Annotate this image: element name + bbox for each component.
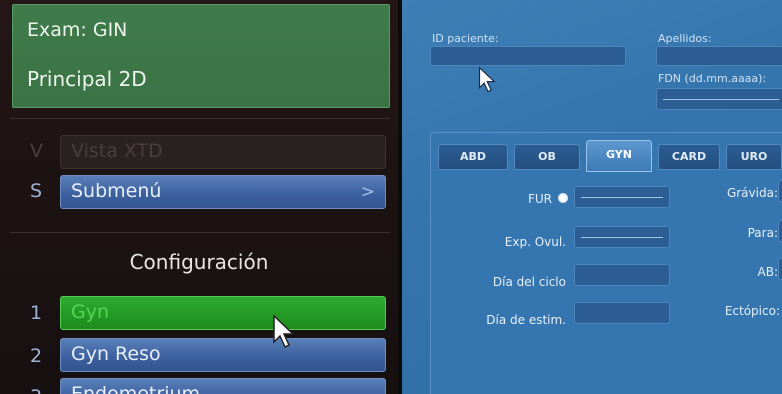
abortion-label: AB: xyxy=(757,265,778,279)
dob-label: FDN (dd.mm.aaaa): xyxy=(658,72,767,85)
patient-id-label: ID paciente: xyxy=(432,32,499,45)
ectopic-label: Ectópico: xyxy=(724,304,780,318)
para-input[interactable] xyxy=(778,220,782,242)
tab-card[interactable]: CARD xyxy=(658,144,720,170)
ovulation-label: Exp. Ovul. xyxy=(504,235,566,249)
patient-entry-panel: ID paciente: Apellidos: FDN (dd.mm.aaaa)… xyxy=(402,0,782,394)
exam-info-box: Exam: GIN Principal 2D xyxy=(12,4,390,108)
preset-gyn-label: Gyn xyxy=(71,301,110,323)
preset-gyn-reso-button[interactable]: Gyn Reso xyxy=(60,338,386,372)
mouse-pointer-icon xyxy=(478,66,496,93)
para-label: Para: xyxy=(747,226,778,240)
tab-ob[interactable]: OB xyxy=(514,144,580,170)
configuration-heading: Configuración xyxy=(129,250,269,274)
ovulation-input[interactable] xyxy=(574,226,670,248)
cycle-day-label: Día del ciclo xyxy=(492,275,566,289)
fur-label: FUR xyxy=(527,192,552,206)
vista-xtd-button: Vista XTD xyxy=(60,135,386,169)
submenu-button[interactable]: Submenú > xyxy=(60,175,386,209)
cycle-day-input[interactable] xyxy=(574,264,670,286)
surname-input[interactable] xyxy=(656,46,782,66)
preset-endometrium-label: Endometrium xyxy=(71,383,201,394)
row-key-s: S xyxy=(30,180,43,202)
date-mask xyxy=(581,197,663,198)
fur-radio[interactable] xyxy=(558,193,568,203)
gravida-label: Grávida: xyxy=(726,186,778,200)
imaging-mode: Principal 2D xyxy=(27,67,147,91)
vista-xtd-label: Vista XTD xyxy=(71,140,163,162)
preset-key-1: 1 xyxy=(30,302,43,324)
fur-input[interactable] xyxy=(574,186,670,208)
preset-endometrium-button[interactable]: Endometrium xyxy=(60,378,386,394)
stim-day-input[interactable] xyxy=(574,302,670,324)
tab-uro[interactable]: URO xyxy=(726,144,782,170)
chevron-right-icon: > xyxy=(360,182,375,202)
row-key-v: V xyxy=(30,140,43,162)
patient-id-input[interactable] xyxy=(430,46,626,66)
divider xyxy=(10,232,390,233)
date-mask xyxy=(581,237,663,238)
date-mask xyxy=(663,99,779,100)
surname-label: Apellidos: xyxy=(658,32,712,45)
left-menu-panel: Exam: GIN Principal 2D V Vista XTD S Sub… xyxy=(0,0,398,394)
stim-day-label: Día de estim. xyxy=(486,313,566,327)
dob-input[interactable] xyxy=(656,88,782,110)
divider xyxy=(10,118,390,119)
preset-key-2: 2 xyxy=(30,345,43,367)
preset-gyn-button[interactable]: Gyn xyxy=(60,296,386,330)
gravida-input[interactable] xyxy=(778,180,782,202)
tab-abd[interactable]: ABD xyxy=(438,144,508,170)
exam-title: Exam: GIN xyxy=(27,19,128,41)
abortion-input[interactable] xyxy=(778,258,782,280)
preset-key-3: 3 xyxy=(30,386,42,394)
preset-gyn-reso-label: Gyn Reso xyxy=(71,343,161,365)
mouse-pointer-icon xyxy=(273,314,295,349)
submenu-label: Submenú xyxy=(71,180,162,202)
tab-gyn[interactable]: GYN xyxy=(586,140,652,172)
